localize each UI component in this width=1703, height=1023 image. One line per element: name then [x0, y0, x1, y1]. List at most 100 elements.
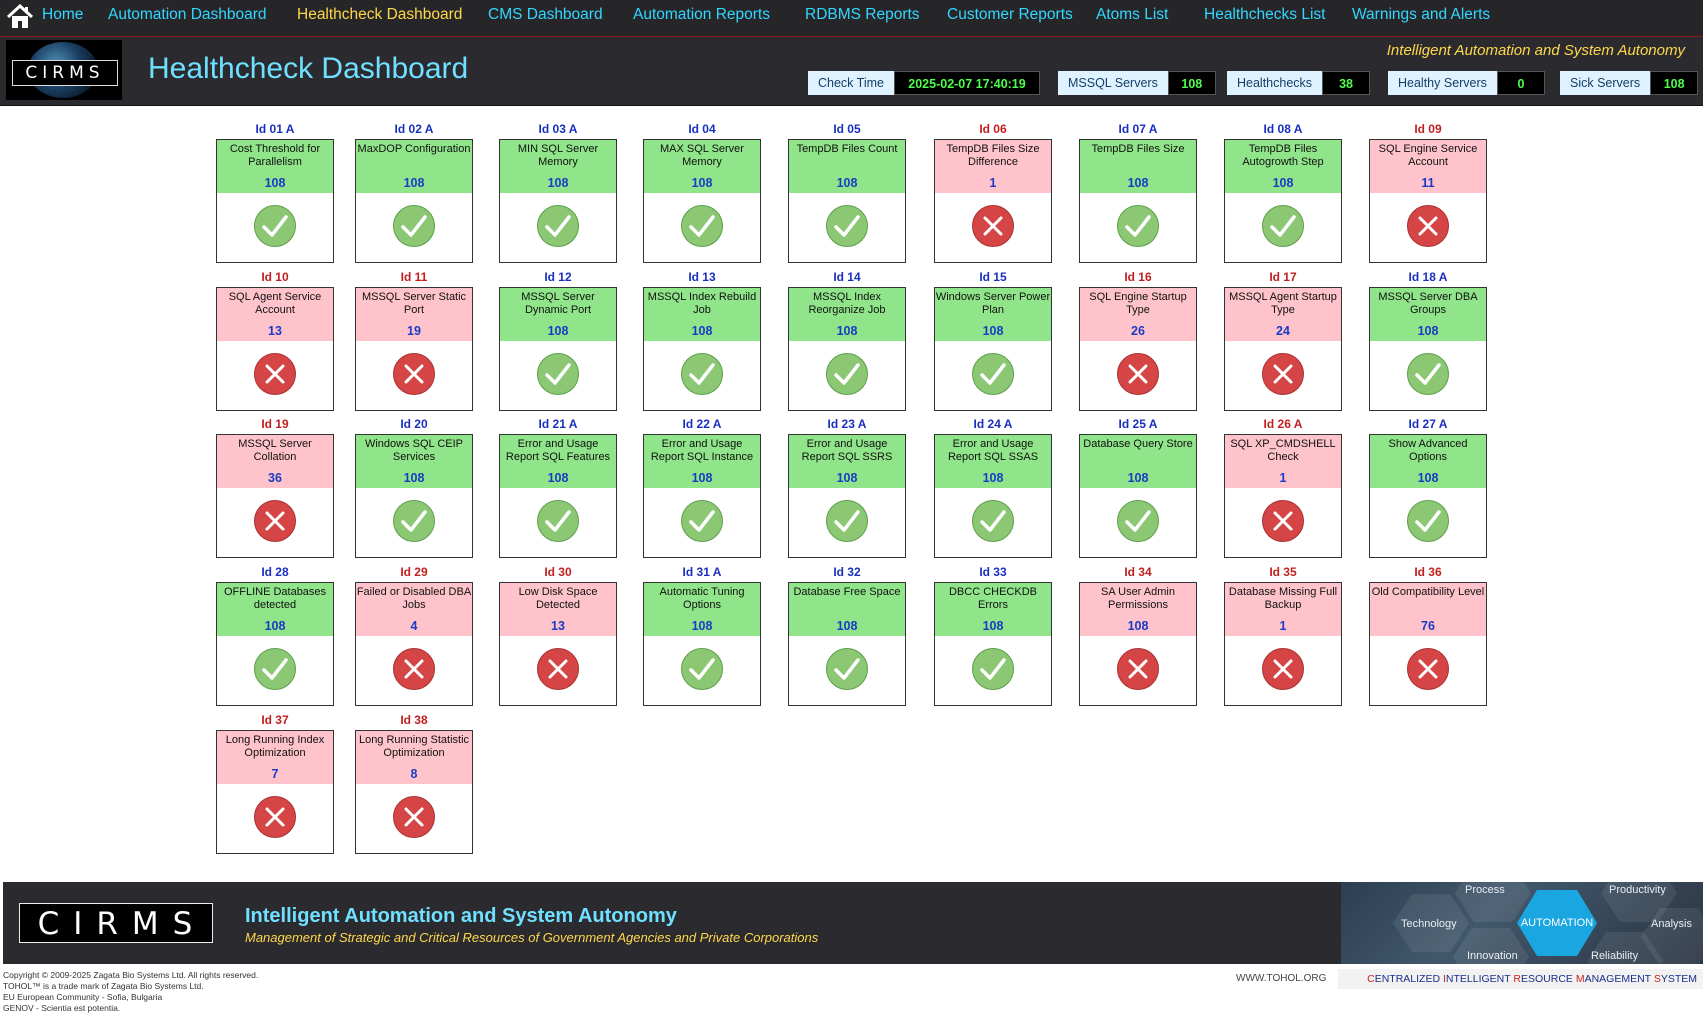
- check-count[interactable]: 1: [935, 176, 1051, 190]
- check-id[interactable]: Id 16: [1079, 270, 1197, 284]
- check-id[interactable]: Id 37: [216, 713, 334, 727]
- check-box[interactable]: MAX SQL Server Memory 108: [643, 139, 761, 263]
- check-count[interactable]: 108: [1080, 471, 1196, 485]
- check-count[interactable]: 1: [1225, 471, 1341, 485]
- check-box[interactable]: Long Running Statistic Optimization 8: [355, 730, 473, 854]
- check-id[interactable]: Id 33: [934, 565, 1052, 579]
- check-count[interactable]: 108: [217, 176, 333, 190]
- check-box[interactable]: SQL Agent Service Account 13: [216, 287, 334, 411]
- check-id[interactable]: Id 08 A: [1224, 122, 1342, 136]
- check-box[interactable]: Database Free Space 108: [788, 582, 906, 706]
- check-count[interactable]: 108: [1225, 176, 1341, 190]
- check-count[interactable]: 108: [1370, 324, 1486, 338]
- check-box[interactable]: Error and Usage Report SQL Instance 108: [643, 434, 761, 558]
- nav-healthcheck-dashboard[interactable]: Healthcheck Dashboard: [297, 6, 462, 24]
- check-id[interactable]: Id 01 A: [216, 122, 334, 136]
- check-count[interactable]: 108: [935, 471, 1051, 485]
- check-id[interactable]: Id 36: [1369, 565, 1487, 579]
- check-box[interactable]: TempDB Files Size Difference 1: [934, 139, 1052, 263]
- check-id[interactable]: Id 20: [355, 417, 473, 431]
- check-box[interactable]: MSSQL Index Rebuild Job 108: [643, 287, 761, 411]
- check-count[interactable]: 108: [1080, 176, 1196, 190]
- nav-home[interactable]: Home: [42, 6, 83, 24]
- check-box[interactable]: Database Query Store 108: [1079, 434, 1197, 558]
- check-box[interactable]: Automatic Tuning Options 108: [643, 582, 761, 706]
- check-count[interactable]: 76: [1370, 619, 1486, 633]
- check-id[interactable]: Id 32: [788, 565, 906, 579]
- check-count[interactable]: 108: [1370, 471, 1486, 485]
- site-url-link[interactable]: WWW.TOHOL.ORG: [1236, 973, 1326, 984]
- check-box[interactable]: MSSQL Server DBA Groups 108: [1369, 287, 1487, 411]
- check-box[interactable]: MIN SQL Server Memory 108: [499, 139, 617, 263]
- home-icon[interactable]: [6, 4, 34, 30]
- check-id[interactable]: Id 30: [499, 565, 617, 579]
- check-id[interactable]: Id 17: [1224, 270, 1342, 284]
- check-id[interactable]: Id 13: [643, 270, 761, 284]
- check-count[interactable]: 108: [789, 471, 905, 485]
- check-count[interactable]: 108: [644, 471, 760, 485]
- check-count[interactable]: 108: [644, 176, 760, 190]
- check-count[interactable]: 108: [789, 619, 905, 633]
- check-id[interactable]: Id 35: [1224, 565, 1342, 579]
- check-count[interactable]: 13: [217, 324, 333, 338]
- check-box[interactable]: Windows SQL CEIP Services 108: [355, 434, 473, 558]
- check-box[interactable]: Cost Threshold for Parallelism 108: [216, 139, 334, 263]
- check-box[interactable]: TempDB Files Autogrowth Step 108: [1224, 139, 1342, 263]
- check-count[interactable]: 13: [500, 619, 616, 633]
- check-id[interactable]: Id 11: [355, 270, 473, 284]
- check-id[interactable]: Id 18 A: [1369, 270, 1487, 284]
- check-id[interactable]: Id 28: [216, 565, 334, 579]
- check-count[interactable]: 4: [356, 619, 472, 633]
- check-count[interactable]: 36: [217, 471, 333, 485]
- check-id[interactable]: Id 29: [355, 565, 473, 579]
- check-id[interactable]: Id 02 A: [355, 122, 473, 136]
- check-box[interactable]: Old Compatibility Level 76: [1369, 582, 1487, 706]
- check-id[interactable]: Id 26 A: [1224, 417, 1342, 431]
- check-id[interactable]: Id 04: [643, 122, 761, 136]
- check-id[interactable]: Id 31 A: [643, 565, 761, 579]
- nav-healthchecks-list[interactable]: Healthchecks List: [1204, 6, 1325, 24]
- check-id[interactable]: Id 07 A: [1079, 122, 1197, 136]
- check-count[interactable]: 8: [356, 767, 472, 781]
- check-box[interactable]: MaxDOP Configuration 108: [355, 139, 473, 263]
- check-box[interactable]: MSSQL Server Static Port 19: [355, 287, 473, 411]
- nav-rdbms-reports[interactable]: RDBMS Reports: [805, 6, 920, 24]
- check-id[interactable]: Id 27 A: [1369, 417, 1487, 431]
- check-box[interactable]: SA User Admin Permissions 108: [1079, 582, 1197, 706]
- check-count[interactable]: 108: [935, 619, 1051, 633]
- check-box[interactable]: SQL XP_CMDSHELL Check 1: [1224, 434, 1342, 558]
- check-count[interactable]: 108: [935, 324, 1051, 338]
- check-box[interactable]: OFFLINE Databases detected 108: [216, 582, 334, 706]
- check-count[interactable]: 108: [789, 324, 905, 338]
- nav-cms-dashboard[interactable]: CMS Dashboard: [488, 6, 603, 24]
- check-count[interactable]: 108: [644, 619, 760, 633]
- check-id[interactable]: Id 25 A: [1079, 417, 1197, 431]
- check-box[interactable]: Long Running Index Optimization 7: [216, 730, 334, 854]
- check-box[interactable]: TempDB Files Count 108: [788, 139, 906, 263]
- check-id[interactable]: Id 38: [355, 713, 473, 727]
- check-box[interactable]: Failed or Disabled DBA Jobs 4: [355, 582, 473, 706]
- check-box[interactable]: Error and Usage Report SQL SSAS 108: [934, 434, 1052, 558]
- check-id[interactable]: Id 05: [788, 122, 906, 136]
- check-box[interactable]: MSSQL Server Dynamic Port 108: [499, 287, 617, 411]
- nav-automation-dashboard[interactable]: Automation Dashboard: [108, 6, 267, 24]
- check-box[interactable]: Error and Usage Report SQL SSRS 108: [788, 434, 906, 558]
- check-id[interactable]: Id 06: [934, 122, 1052, 136]
- check-count[interactable]: 108: [356, 471, 472, 485]
- nav-automation-reports[interactable]: Automation Reports: [633, 6, 770, 24]
- check-id[interactable]: Id 09: [1369, 122, 1487, 136]
- nav-customer-reports[interactable]: Customer Reports: [947, 6, 1073, 24]
- check-count[interactable]: 1: [1225, 619, 1341, 633]
- check-box[interactable]: Error and Usage Report SQL Features 108: [499, 434, 617, 558]
- check-count[interactable]: 11: [1370, 176, 1486, 190]
- check-id[interactable]: Id 14: [788, 270, 906, 284]
- check-count[interactable]: 108: [1080, 619, 1196, 633]
- check-count[interactable]: 108: [500, 324, 616, 338]
- check-count[interactable]: 108: [217, 619, 333, 633]
- check-id[interactable]: Id 15: [934, 270, 1052, 284]
- check-id[interactable]: Id 10: [216, 270, 334, 284]
- check-box[interactable]: SQL Engine Startup Type 26: [1079, 287, 1197, 411]
- check-count[interactable]: 24: [1225, 324, 1341, 338]
- check-id[interactable]: Id 03 A: [499, 122, 617, 136]
- check-count[interactable]: 7: [217, 767, 333, 781]
